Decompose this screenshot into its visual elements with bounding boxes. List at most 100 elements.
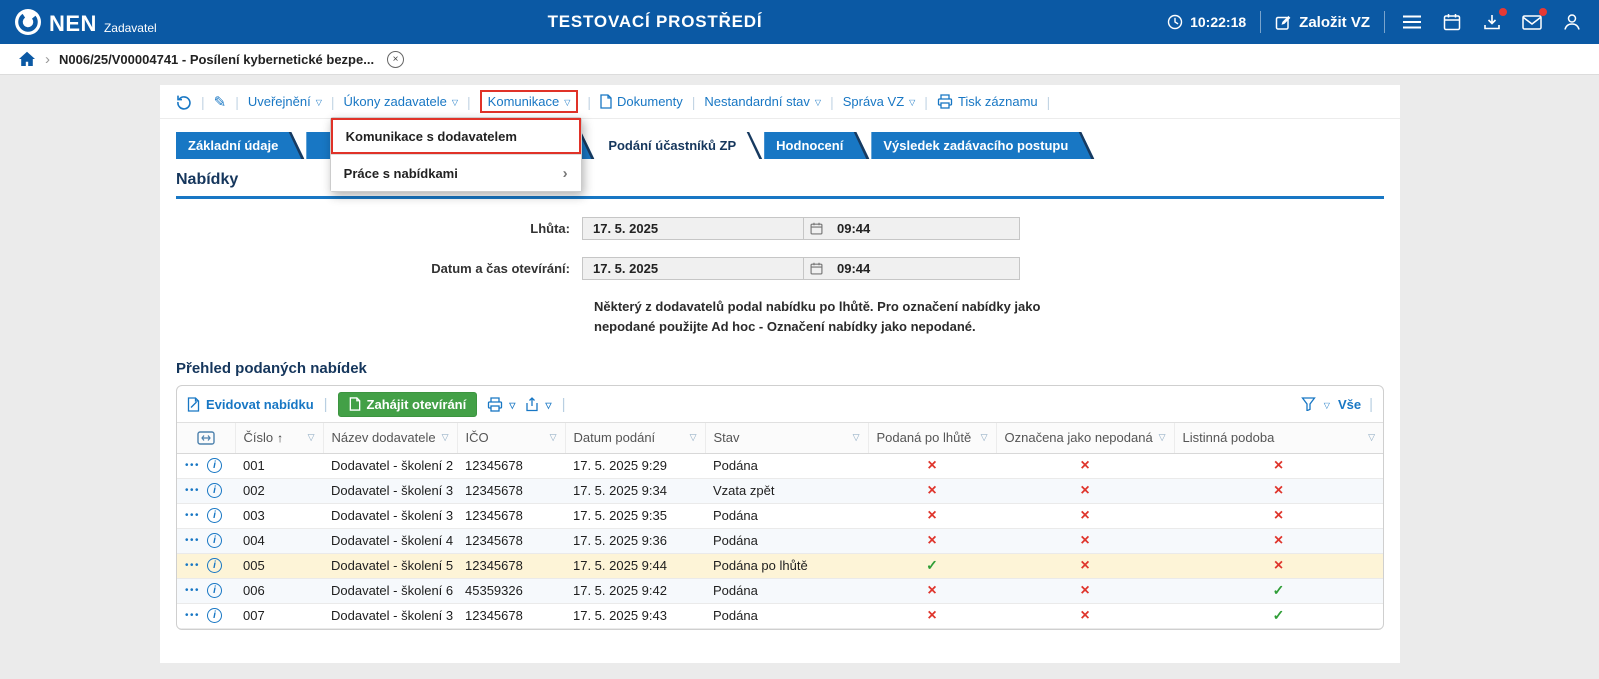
calendar-icon[interactable] [803, 258, 829, 279]
table-row[interactable]: ••• i 006 Dodavatel - školení 6 45359326… [177, 578, 1383, 603]
edit-button[interactable]: ✎ [214, 93, 227, 111]
mail-icon[interactable] [1519, 9, 1545, 35]
column-header-ico[interactable]: IČO▽ [457, 423, 565, 453]
column-header-po-lhute[interactable]: Podaná po lhůtě▽ [868, 423, 996, 453]
row-actions-button[interactable]: ••• [185, 485, 200, 496]
column-header-cislo[interactable]: Číslo↑▽ [235, 423, 323, 453]
cell-podana-po-lhute: × [868, 578, 996, 603]
menu-item-prace-s-nabidkami[interactable]: Práce s nabídkami › [331, 155, 581, 191]
toolbar-item-nestandardni-stav[interactable]: Nestandardní stav▽ [704, 94, 821, 109]
table-row[interactable]: ••• i 005 Dodavatel - školení 5 12345678… [177, 553, 1383, 578]
cell-oznacena-jako-nepodana: × [996, 503, 1174, 528]
view-filter-dropdown[interactable]: Vše [1338, 397, 1361, 412]
menu-icon[interactable] [1399, 9, 1425, 35]
column-header-datum[interactable]: Datum podání▽ [565, 423, 705, 453]
column-header-listinna[interactable]: Listinná podoba▽ [1174, 423, 1383, 453]
lhuta-field[interactable]: 17. 5. 2025 09:44 [582, 217, 1020, 240]
document-icon [600, 94, 612, 109]
field-label: Datum a čas otevírání: [160, 261, 582, 276]
tab-vysledek-zadavaciho-postupu[interactable]: Výsledek zadávacího postupu [871, 132, 1094, 159]
close-icon[interactable]: × [387, 51, 404, 68]
calendar-icon[interactable] [803, 218, 829, 239]
print-grid-button[interactable]: ▽ [487, 397, 515, 412]
cell-ico: 12345678 [457, 603, 565, 628]
row-actions-button[interactable]: ••• [185, 535, 200, 546]
export-icon [525, 397, 539, 412]
filter-caret-icon[interactable]: ▽ [1159, 432, 1166, 443]
cell-stav: Podána [705, 578, 868, 603]
cell-stav: Podána [705, 453, 868, 478]
create-vz-button[interactable]: Založit VZ [1275, 14, 1370, 31]
tab-hodnoceni[interactable]: Hodnocení [764, 132, 869, 159]
filter-caret-icon[interactable]: ▽ [550, 432, 557, 443]
toolbar-item-dokumenty[interactable]: Dokumenty [600, 94, 683, 109]
cell-oznacena-jako-nepodana: × [996, 553, 1174, 578]
table-row[interactable]: ••• i 003 Dodavatel - školení 3 12345678… [177, 503, 1383, 528]
cell-stav: Podána [705, 603, 868, 628]
column-header-nepodana[interactable]: Označena jako nepodaná▽ [996, 423, 1174, 453]
table-row[interactable]: ••• i 007 Dodavatel - školení 3 12345678… [177, 603, 1383, 628]
history-button[interactable] [176, 94, 192, 110]
tab-podani-ucastniku-zp[interactable]: Podání účastníků ZP [596, 132, 762, 159]
row-actions-button[interactable]: ••• [185, 460, 200, 471]
info-icon[interactable]: i [207, 583, 222, 598]
row-actions-button[interactable]: ••• [185, 610, 200, 621]
toolbar-item-ukony-zadavatele[interactable]: Úkony zadavatele▽ [344, 94, 459, 109]
field-row-lhuta: Lhůta: 17. 5. 2025 09:44 [160, 217, 1400, 240]
cross-icon: × [1274, 532, 1283, 549]
cell-ico: 12345678 [457, 503, 565, 528]
notification-badge [1539, 8, 1547, 16]
field-label: Lhůta: [160, 221, 582, 236]
tab-zakladni-udaje[interactable]: Základní údaje [176, 132, 304, 159]
row-actions-button[interactable]: ••• [185, 510, 200, 521]
divider: | [324, 396, 328, 413]
filter-caret-icon[interactable]: ▽ [853, 432, 860, 443]
cell-oznacena-jako-nepodana: × [996, 453, 1174, 478]
menu-item-komunikace-s-dodavatelem[interactable]: Komunikace s dodavatelem [331, 118, 581, 154]
info-icon[interactable]: i [207, 608, 222, 623]
filter-caret-icon[interactable]: ▽ [1368, 432, 1375, 443]
evidovat-nabidku-button[interactable]: Evidovat nabídku [187, 397, 314, 412]
toolbar-item-tisk-zaznamu[interactable]: Tisk záznamu [937, 94, 1038, 109]
cell-datum-podani: 17. 5. 2025 9:36 [565, 528, 705, 553]
info-icon[interactable]: i [207, 483, 222, 498]
info-icon[interactable]: i [207, 508, 222, 523]
lhuta-time-value: 09:44 [829, 221, 1019, 236]
column-header-stav[interactable]: Stav▽ [705, 423, 868, 453]
filter-caret-icon[interactable]: ▽ [308, 432, 315, 443]
filter-icon[interactable] [1301, 397, 1316, 411]
zahajit-oteviranie-button[interactable]: Zahájit otevírání [338, 392, 478, 417]
filter-caret-icon[interactable]: ▽ [981, 432, 988, 443]
info-icon[interactable]: i [207, 533, 222, 548]
download-icon[interactable] [1479, 9, 1505, 35]
cross-icon: × [1080, 482, 1089, 499]
info-icon[interactable]: i [207, 558, 222, 573]
filter-caret-icon[interactable]: ▽ [442, 432, 449, 443]
row-actions-button[interactable]: ••• [185, 560, 200, 571]
table-row[interactable]: ••• i 002 Dodavatel - školení 3 12345678… [177, 478, 1383, 503]
home-icon[interactable] [18, 51, 36, 67]
toolbar-item-komunikace[interactable]: Komunikace▽ [488, 94, 571, 109]
column-chooser-icon[interactable] [177, 431, 235, 445]
cell-cislo: 004 [235, 528, 323, 553]
table-row[interactable]: ••• i 004 Dodavatel - školení 4 12345678… [177, 528, 1383, 553]
toolbar-item-uverejneni[interactable]: Uveřejnění▽ [248, 94, 322, 109]
divider: | [331, 94, 335, 110]
export-grid-button[interactable]: ▽ [525, 397, 551, 412]
oteviranie-field[interactable]: 17. 5. 2025 09:44 [582, 257, 1020, 280]
calendar-icon[interactable] [1439, 9, 1465, 35]
cell-podana-po-lhute: × [868, 478, 996, 503]
column-header-nazev[interactable]: Název dodavatele▽ [323, 423, 457, 453]
row-actions-button[interactable]: ••• [185, 585, 200, 596]
info-icon[interactable]: i [207, 458, 222, 473]
nen-logo: NEN Zadavatel [14, 8, 157, 36]
filter-caret-icon[interactable]: ▽ [690, 432, 697, 443]
toolbar-item-sprava-vz[interactable]: Správa VZ▽ [843, 94, 916, 109]
cell-oznacena-jako-nepodana: × [996, 528, 1174, 553]
cell-cislo: 007 [235, 603, 323, 628]
user-icon[interactable] [1559, 9, 1585, 35]
sort-asc-icon: ↑ [277, 431, 283, 445]
table-row[interactable]: ••• i 001 Dodavatel - školení 2 12345678… [177, 453, 1383, 478]
cell-ico: 12345678 [457, 478, 565, 503]
breadcrumb-item[interactable]: N006/25/V00004741 - Posílení kybernetick… [59, 52, 374, 67]
